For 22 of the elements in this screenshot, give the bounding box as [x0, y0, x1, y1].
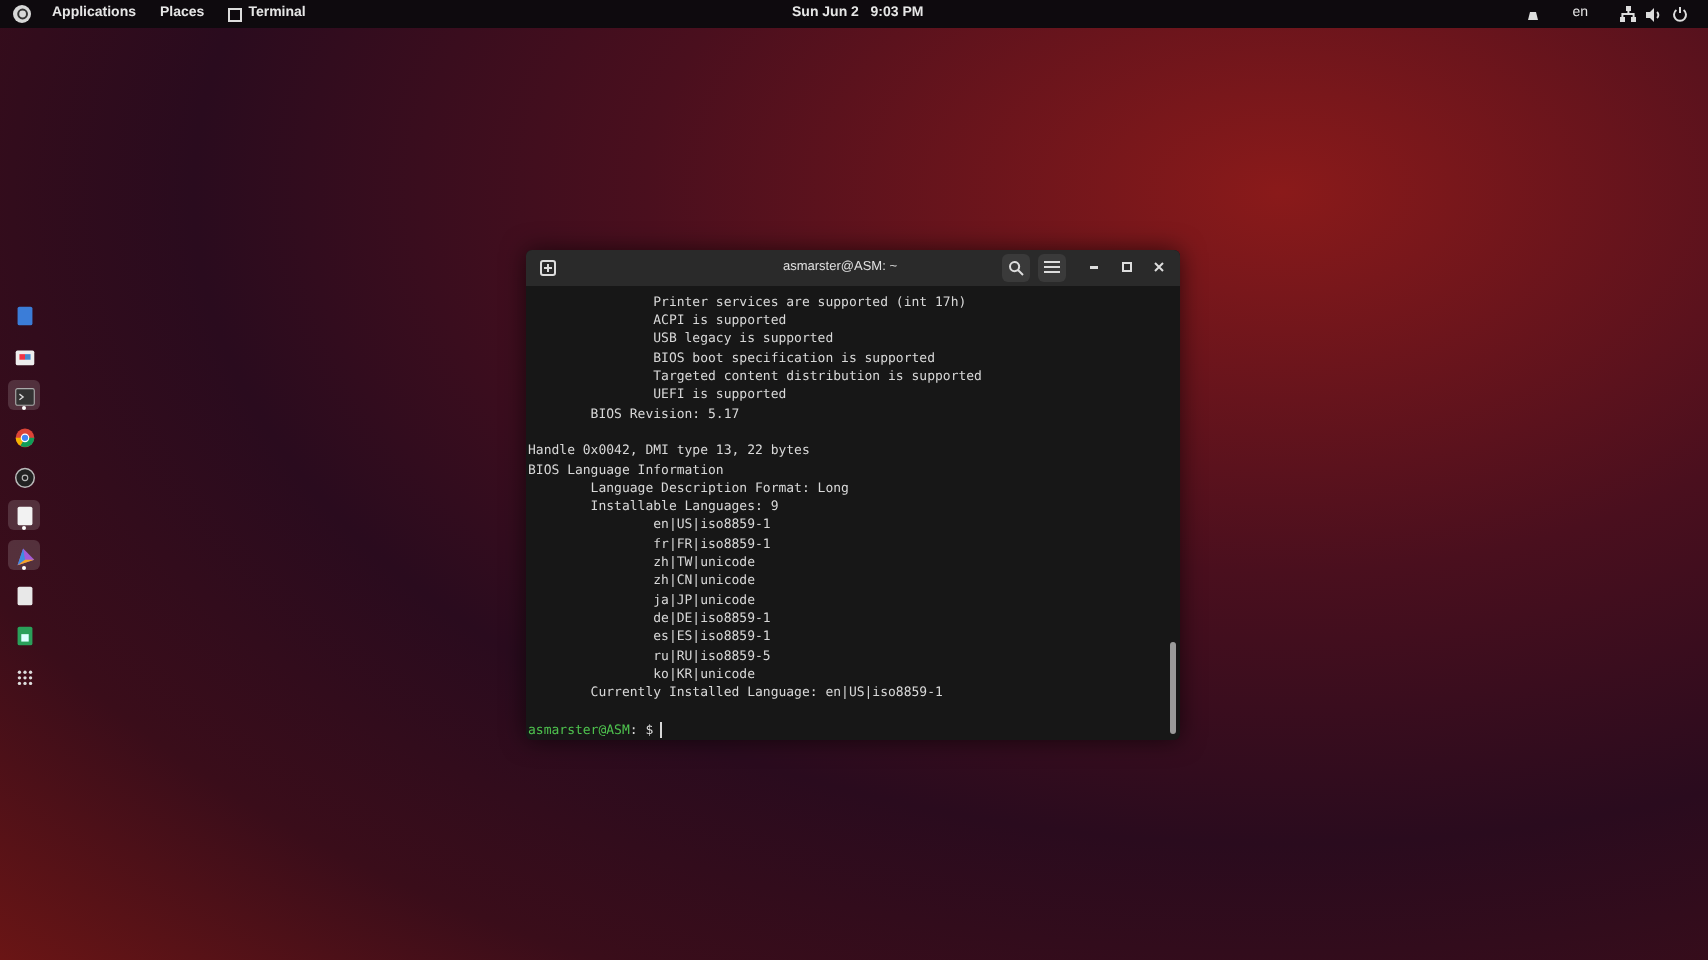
dock-item[interactable] [8, 500, 40, 530]
terminal-icon [11, 383, 37, 407]
browser-icon [11, 423, 37, 447]
search-icon [1008, 259, 1024, 276]
menu-icon [1044, 260, 1060, 275]
scrollbar [1170, 641, 1176, 734]
terminal-icon [228, 7, 243, 21]
text-cursor [659, 722, 662, 739]
dock-item[interactable] [8, 380, 40, 410]
logo-icon [12, 4, 32, 24]
new-tab-button[interactable] [536, 256, 558, 279]
close-icon [1153, 262, 1163, 273]
search-button[interactable] [1002, 253, 1030, 282]
maximize-icon [1121, 262, 1131, 273]
minimize-icon [1090, 265, 1098, 270]
power-icon[interactable] [1672, 6, 1688, 22]
network-icon[interactable] [1620, 6, 1636, 22]
menu-button[interactable] [1038, 253, 1066, 282]
new-tab-icon [539, 259, 555, 276]
dock-item[interactable] [8, 540, 40, 570]
disc-icon [11, 463, 37, 487]
volume-icon[interactable] [1646, 7, 1662, 21]
